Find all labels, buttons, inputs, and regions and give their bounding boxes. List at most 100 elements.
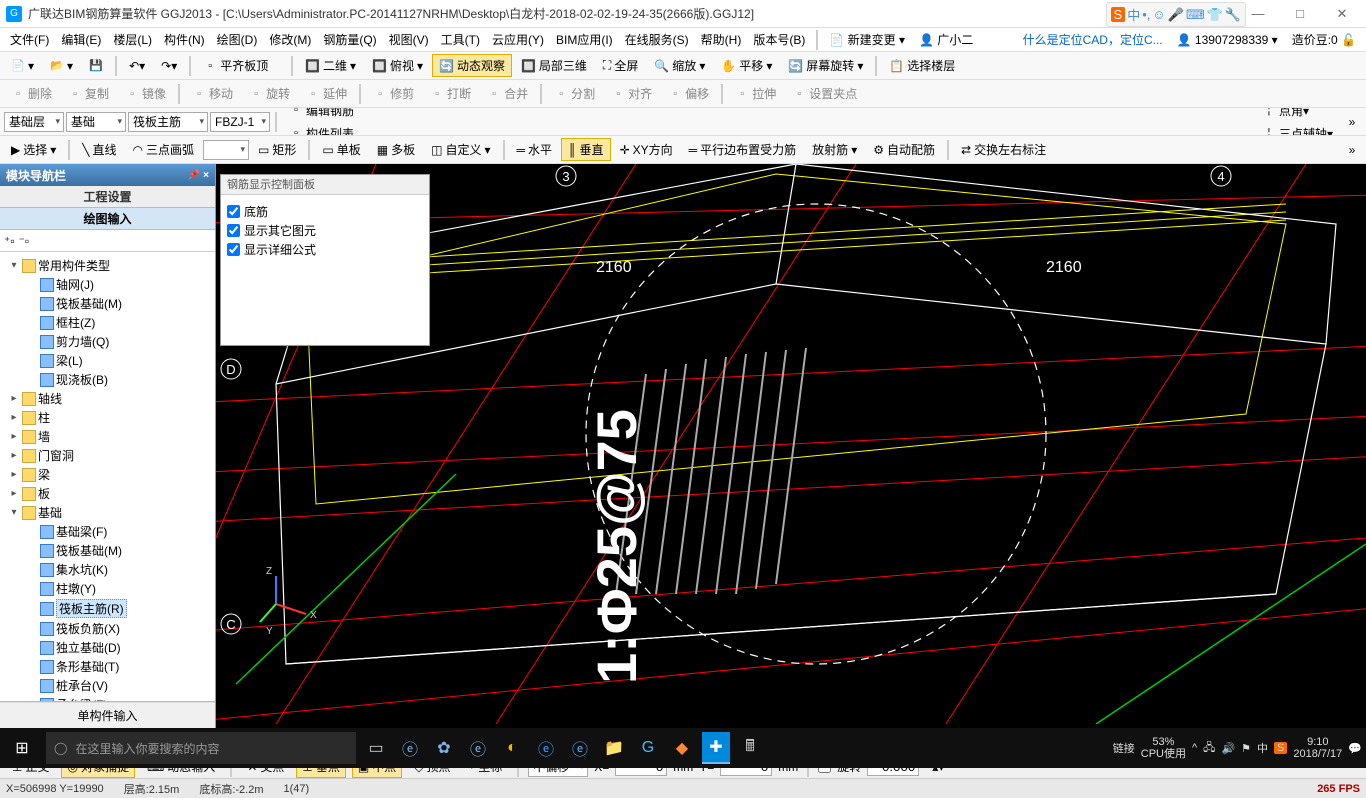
menu-item[interactable]: 视图(V) bbox=[383, 31, 435, 49]
app-edge2[interactable]: ⓔ bbox=[532, 732, 560, 764]
close-button[interactable]: ✕ bbox=[1324, 3, 1360, 25]
menu-item[interactable]: 构件(N) bbox=[158, 31, 211, 49]
edit-2[interactable]: ▫镜像 bbox=[118, 82, 173, 105]
tray-up-icon[interactable]: ^ bbox=[1192, 742, 1197, 754]
aux-2[interactable]: ¦点角▾ bbox=[1255, 108, 1340, 122]
edit-9[interactable]: ▫分割 bbox=[547, 82, 602, 105]
pin-icon[interactable]: 📌 × bbox=[188, 170, 209, 181]
tree-node[interactable]: 条形基础(T) bbox=[2, 657, 213, 676]
drawing-canvas[interactable]: 2160 2160 3 4 C D 1:Φ25@75 X Y Z 钢筋显示控制面… bbox=[216, 164, 1366, 754]
edit-5[interactable]: ▫延伸 bbox=[299, 82, 354, 105]
tree-node[interactable]: 独立基础(D) bbox=[2, 638, 213, 657]
collapse-all-icon[interactable]: ⁻▫ bbox=[19, 234, 30, 248]
view-screenrotate[interactable]: 🔄 屏幕旋转▾ bbox=[781, 54, 870, 77]
app-g1[interactable]: G bbox=[634, 732, 662, 764]
tree-node[interactable]: 桩承台(V) bbox=[2, 676, 213, 695]
tree-node[interactable]: 筏板主筋(R) bbox=[2, 598, 213, 619]
new-file-button[interactable]: 📄▾ bbox=[4, 56, 41, 76]
swap-annotation[interactable]: ⇄ 交换左右标注 bbox=[954, 138, 1053, 161]
edit-10[interactable]: ▫对齐 bbox=[604, 82, 659, 105]
tree-node[interactable]: ▸ 柱 bbox=[2, 408, 213, 427]
task-view-icon[interactable]: ▭ bbox=[362, 732, 390, 764]
menu-item[interactable]: 工具(T) bbox=[435, 31, 486, 49]
tree-node[interactable]: 柱墩(Y) bbox=[2, 579, 213, 598]
tab-single-input[interactable]: 单构件输入 bbox=[0, 702, 215, 728]
tree-node[interactable]: 现浇板(B) bbox=[2, 370, 213, 389]
undo-button[interactable]: ↶▾ bbox=[122, 56, 152, 76]
edit-7[interactable]: ▫打断 bbox=[423, 82, 478, 105]
menu-user[interactable]: 👤 广小二 bbox=[913, 29, 979, 50]
edit-13[interactable]: ▫设置夹点 bbox=[785, 82, 864, 105]
menu-item[interactable]: BIM应用(I) bbox=[550, 31, 619, 49]
panel-check[interactable]: 底筋 bbox=[227, 203, 423, 220]
rect-button[interactable]: ▭ 矩形 bbox=[251, 138, 303, 161]
open-file-button[interactable]: 📂▾ bbox=[43, 56, 80, 76]
edit-12[interactable]: ▫拉伸 bbox=[728, 82, 783, 105]
tree-node[interactable]: 剪力墙(Q) bbox=[2, 332, 213, 351]
tree-node[interactable]: ▾ 基础 bbox=[2, 503, 213, 522]
menu-item[interactable]: 在线服务(S) bbox=[619, 31, 695, 49]
tree-node[interactable]: 梁(L) bbox=[2, 351, 213, 370]
tree-node[interactable]: 筏板基础(M) bbox=[2, 294, 213, 313]
single-board[interactable]: ▭ 单板 bbox=[315, 138, 367, 161]
tree-node[interactable]: 轴网(J) bbox=[2, 275, 213, 294]
auto-rebar[interactable]: ⚙ 自动配筋 bbox=[866, 138, 942, 161]
tree-node[interactable]: 基础梁(F) bbox=[2, 522, 213, 541]
tray-net-icon[interactable]: 🖧 bbox=[1203, 739, 1215, 758]
tree-node[interactable]: ▸ 轴线 bbox=[2, 389, 213, 408]
maximize-button[interactable]: □ bbox=[1282, 3, 1318, 25]
menu-item[interactable]: 编辑(E) bbox=[55, 31, 107, 49]
edit-6[interactable]: ▫修剪 bbox=[366, 82, 421, 105]
menu-item[interactable]: 云应用(Y) bbox=[486, 31, 550, 49]
tray-sogou-icon[interactable]: S bbox=[1274, 742, 1287, 754]
view-fullscreen[interactable]: ⛶ 全屏 bbox=[596, 54, 645, 77]
side-tab-settings[interactable]: 工程设置 bbox=[0, 186, 215, 208]
save-button[interactable]: 💾 bbox=[82, 56, 110, 76]
edit-11[interactable]: ▫偏移 bbox=[661, 82, 716, 105]
ime-toolbar[interactable]: S 中•,☺🎤⌨👕🔧 bbox=[1106, 2, 1246, 27]
panel-check[interactable]: 显示其它图元 bbox=[227, 222, 423, 239]
app-edge[interactable]: ⓔ bbox=[396, 732, 424, 764]
tip-link[interactable]: 什么是定位CAD，定位C... bbox=[1017, 31, 1169, 48]
line-button[interactable]: ╲ 直线 bbox=[75, 138, 123, 161]
menu-item[interactable]: 帮助(H) bbox=[695, 31, 748, 49]
app-calc[interactable]: 🖩 bbox=[736, 732, 764, 764]
horiz-button[interactable]: ═ 水平 bbox=[510, 138, 560, 161]
redo-button[interactable]: ↷▾ bbox=[154, 56, 184, 76]
start-button[interactable]: ⊞ bbox=[4, 732, 40, 764]
tree-node[interactable]: 集水坑(K) bbox=[2, 560, 213, 579]
dd-member[interactable]: FBZJ-1 bbox=[210, 112, 270, 132]
windows-taskbar[interactable]: ⊞ ◯ 在这里输入你要搜索的内容 ▭ ⓔ ✿ ⓔ ◐ ⓔ ⓔ 📁 G ◆ ✚ 🖩… bbox=[0, 728, 1366, 768]
app-ie2[interactable]: ⓔ bbox=[566, 732, 594, 764]
side-tab-draw[interactable]: 绘图输入 bbox=[0, 208, 215, 230]
xy-dir-button[interactable]: ✛ XY方向 bbox=[613, 138, 680, 161]
view-pan[interactable]: ✋ 平移▾ bbox=[714, 54, 779, 77]
tray-link[interactable]: 链接 bbox=[1113, 740, 1135, 756]
panel-check[interactable]: 显示详细公式 bbox=[227, 241, 423, 258]
vert-button[interactable]: ║ 垂直 bbox=[561, 138, 611, 161]
tree-node[interactable]: ▸ 门窗洞 bbox=[2, 446, 213, 465]
tray-clock[interactable]: 9:102018/7/17 bbox=[1293, 736, 1342, 760]
taskbar-search[interactable]: ◯ 在这里输入你要搜索的内容 bbox=[46, 732, 356, 764]
custom-board[interactable]: ◫ 自定义▾ bbox=[424, 138, 497, 161]
menu-item[interactable]: 修改(M) bbox=[263, 31, 317, 49]
edit-8[interactable]: ▫合并 bbox=[480, 82, 535, 105]
app-g2[interactable]: ◆ bbox=[668, 732, 696, 764]
tree-node[interactable]: 框柱(Z) bbox=[2, 313, 213, 332]
dd-empty[interactable] bbox=[203, 140, 249, 160]
app-current[interactable]: ✚ bbox=[702, 732, 730, 764]
app-360[interactable]: ✿ bbox=[430, 732, 458, 764]
menu-item[interactable]: 楼层(L) bbox=[107, 31, 158, 49]
component-tree[interactable]: ▾ 常用构件类型 轴网(J) 筏板基础(M) 框柱(Z) 剪力墙(Q) 梁(L)… bbox=[0, 252, 215, 701]
dd-category[interactable]: 基础 bbox=[66, 112, 126, 132]
prop-2[interactable]: ▫构件列表 bbox=[282, 122, 361, 137]
tree-node[interactable]: 筏板负筋(X) bbox=[2, 619, 213, 638]
dd-floor[interactable]: 基础层 bbox=[4, 112, 64, 132]
view-dynamic[interactable]: 🔄 动态观察 bbox=[432, 54, 512, 77]
tray-vol-icon[interactable]: 🔊 bbox=[1221, 742, 1235, 755]
tool-3[interactable]: ▫平齐板顶 bbox=[196, 54, 286, 77]
tree-node[interactable]: ▾ 常用构件类型 bbox=[2, 256, 213, 275]
tree-node[interactable]: ▸ 墙 bbox=[2, 427, 213, 446]
select-button[interactable]: ▶ 选择▾ bbox=[4, 138, 63, 161]
tray-ime-icon[interactable]: 中 bbox=[1257, 740, 1268, 756]
